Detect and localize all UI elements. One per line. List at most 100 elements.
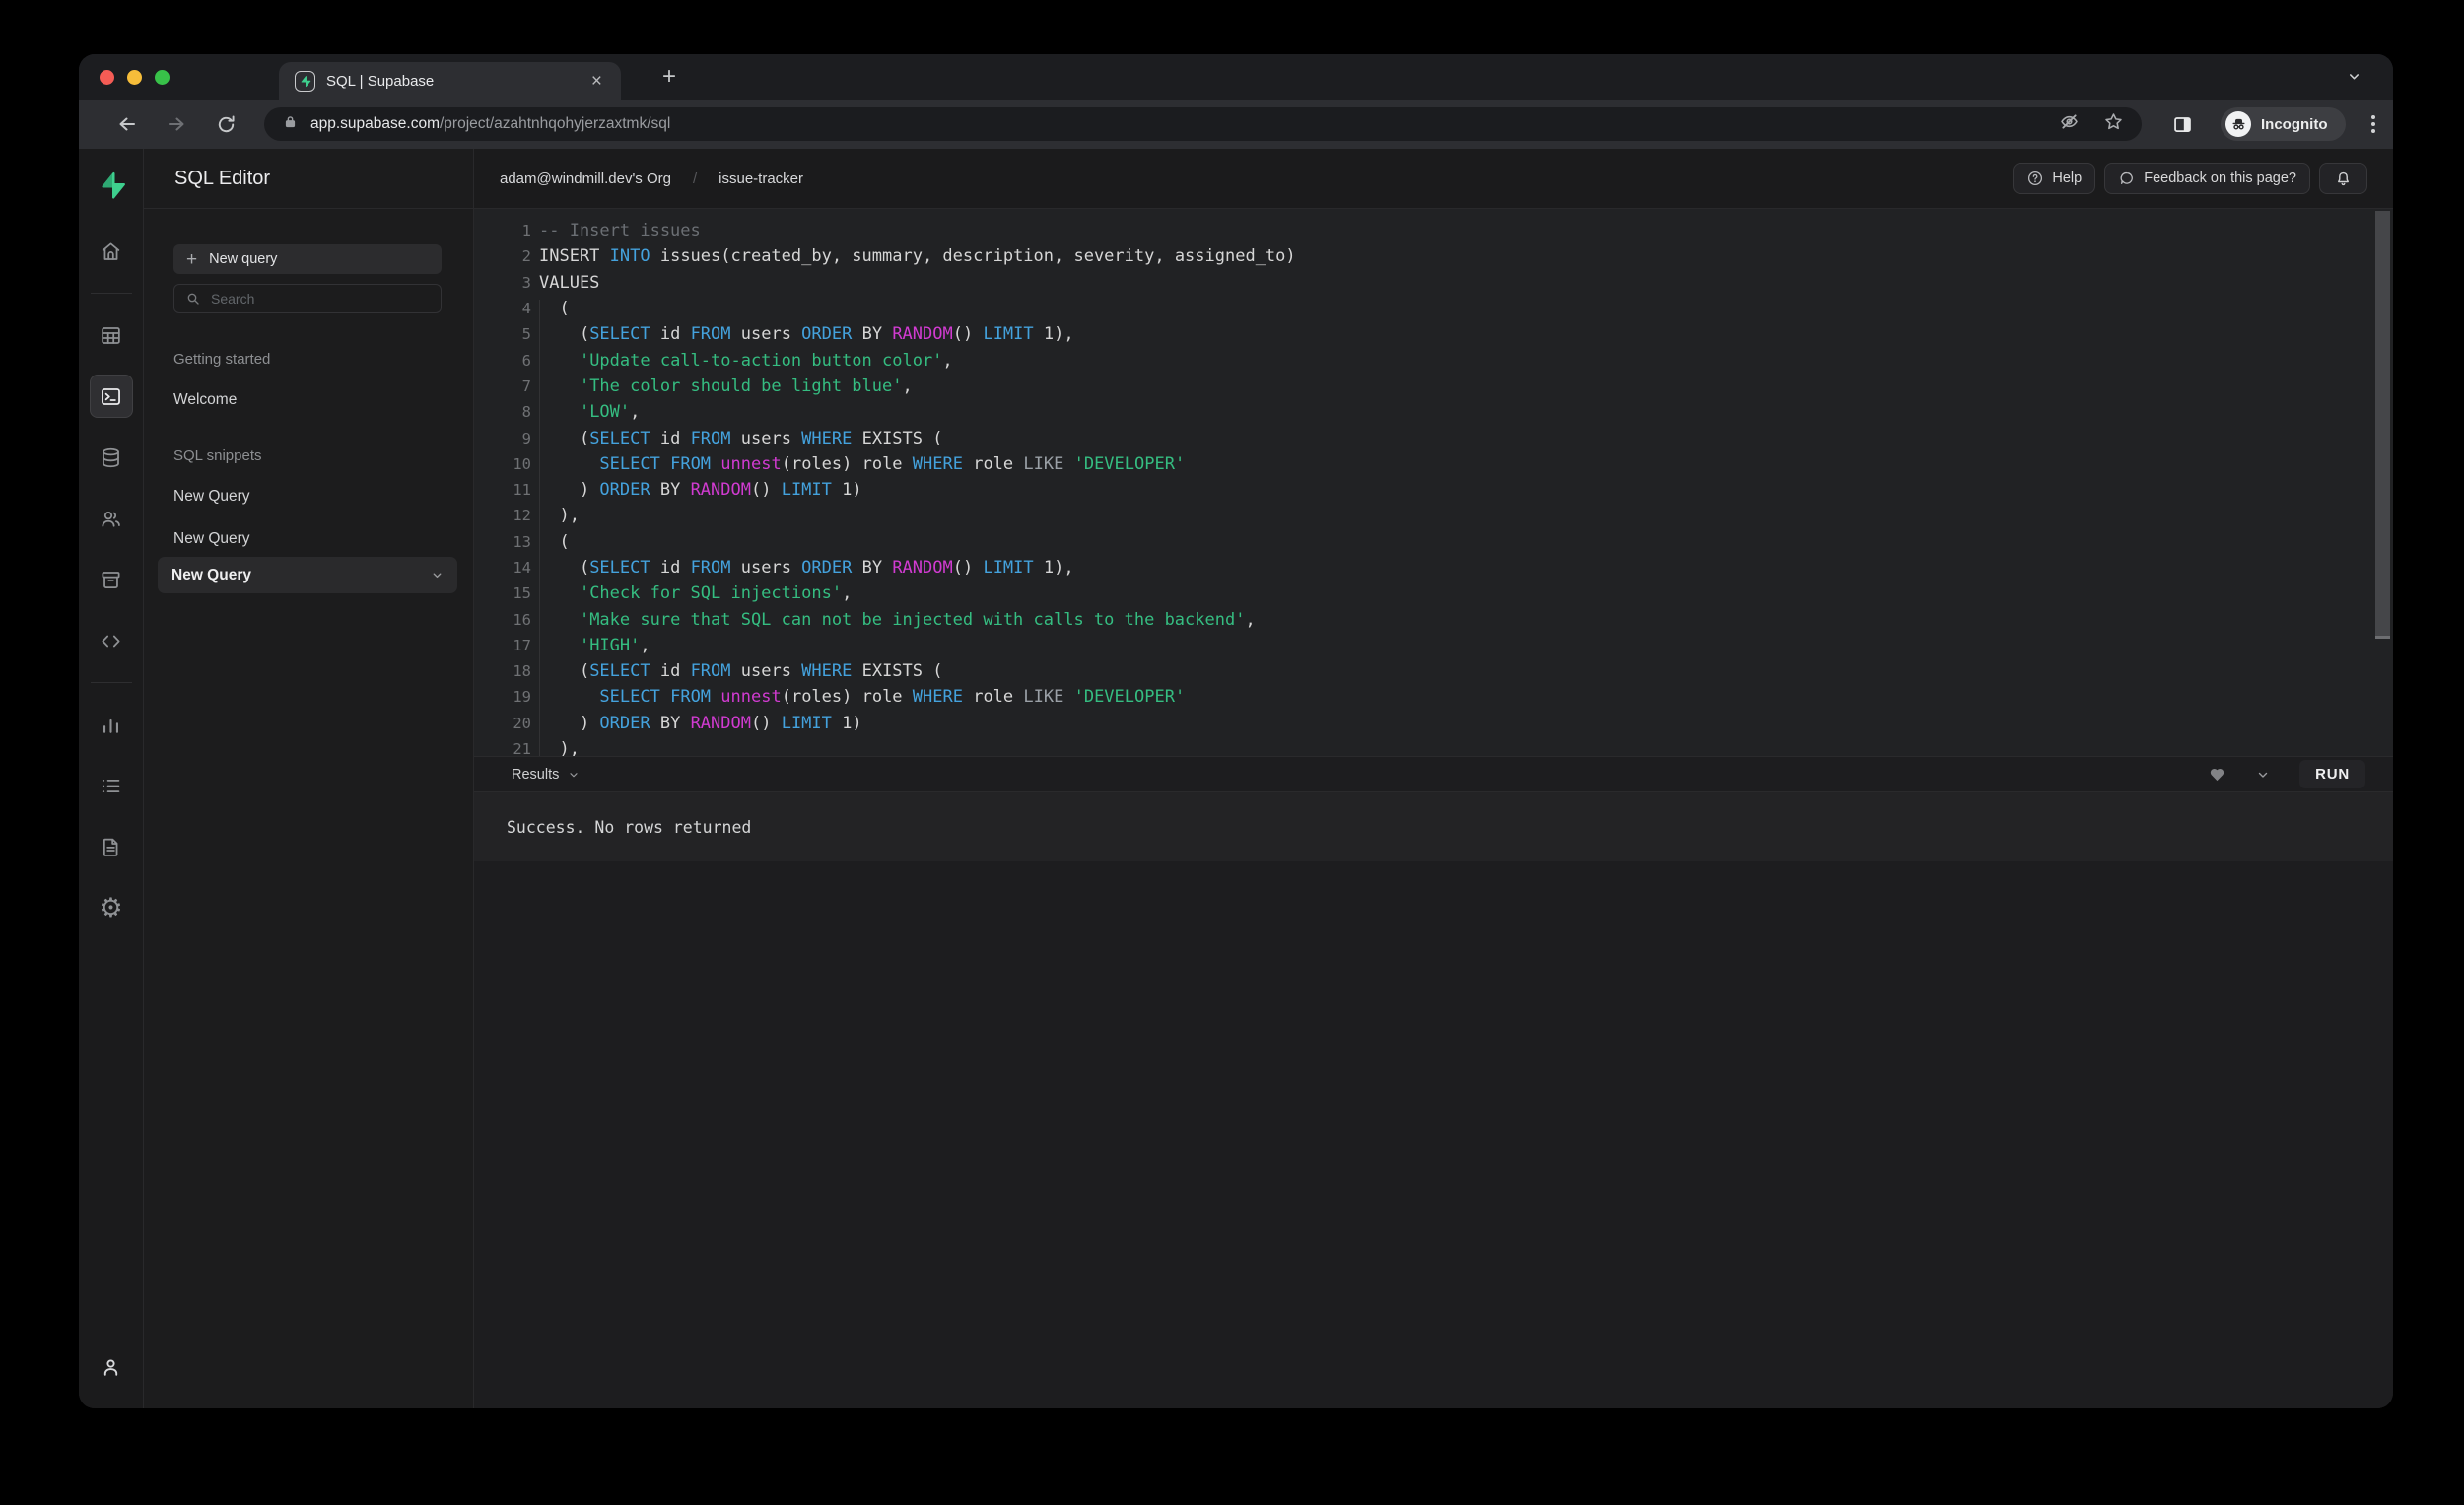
code-line[interactable]: 19 SELECT FROM unnest(roles) role WHERE … [474,684,2393,710]
line-number: 8 [521,403,531,422]
favorite-heart-icon[interactable] [2208,765,2226,784]
line-number: 20 [513,714,531,732]
browser-tab[interactable]: SQL | Supabase × [279,62,621,100]
database-icon[interactable] [90,436,133,479]
results-empty-area [474,861,2393,1408]
code-line[interactable]: 13 ( [474,529,2393,555]
home-icon[interactable] [90,230,133,273]
back-icon[interactable] [112,109,142,139]
help-button[interactable]: Help [2013,163,2096,194]
code-line[interactable]: 8 'LOW', [474,399,2393,425]
api-icon[interactable] [90,619,133,662]
search-input[interactable] [211,291,359,307]
code-line[interactable]: 3 VALUES [474,270,2393,296]
sql-code-editor[interactable]: 1 -- Insert issues 2 INSERT INTO issues(cre… [474,209,2393,756]
table-editor-icon[interactable] [90,313,133,357]
sql-editor-icon[interactable] [89,375,133,418]
supabase-logo-icon[interactable] [97,171,126,200]
tab-title: SQL | Supabase [326,72,435,90]
code-line[interactable]: 7 'The color should be light blue', [474,374,2393,399]
code-line[interactable]: 12 ), [474,503,2393,528]
browser-toolbar: app.supabase.com/project/azahtnhqohyjerz… [79,100,2393,149]
supabase-favicon-icon [295,70,315,92]
code-line[interactable]: 14 (SELECT id FROM users ORDER BY RANDOM… [474,555,2393,581]
line-number: 2 [521,247,531,266]
code-line[interactable]: 21 ), [474,736,2393,756]
line-number: 11 [513,481,531,500]
line-number: 19 [513,688,531,707]
page-title: SQL Editor [174,167,271,189]
plus-icon: + [186,248,198,270]
code-line[interactable]: 15 'Check for SQL injections', [474,581,2393,606]
success-message: Success. No rows returned [507,817,752,837]
code-line[interactable]: 10 SELECT FROM unnest(roles) role WHERE … [474,451,2393,477]
close-window-button[interactable] [100,70,114,85]
eye-off-icon[interactable] [2059,111,2080,137]
settings-icon[interactable]: ⚙ [90,886,133,929]
side-panel-icon[interactable] [2167,109,2197,139]
new-tab-button[interactable]: + [655,65,683,89]
code-line[interactable]: 2 INSERT INTO issues(created_by, summary,… [474,243,2393,269]
supabase-app: ⚙ SQL Editor + New query Search Getting … [79,149,2393,1408]
line-number: 21 [513,740,531,756]
forward-icon[interactable] [162,109,191,139]
logs-icon[interactable] [90,764,133,807]
new-query-button[interactable]: + New query [173,244,442,274]
line-number: 9 [521,429,531,447]
breadcrumb-project[interactable]: issue-tracker [719,171,803,187]
code-line[interactable]: 1 -- Insert issues [474,218,2393,243]
tab-close-icon[interactable]: × [586,70,607,93]
docs-icon[interactable] [90,825,133,868]
notifications-button[interactable] [2319,163,2367,194]
code-line[interactable]: 18 (SELECT id FROM users WHERE EXISTS ( [474,658,2393,684]
storage-icon[interactable] [90,558,133,601]
bookmark-star-icon[interactable] [2103,111,2124,137]
account-icon[interactable] [90,1345,133,1389]
line-number: 1 [521,222,531,240]
help-icon [2028,171,2043,186]
reload-icon[interactable] [211,109,240,139]
sidebar-item-new-query[interactable]: New Query [173,529,442,549]
breadcrumb-org[interactable]: adam@windmill.dev's Org [500,171,671,187]
code-line[interactable]: 17 'HIGH', [474,633,2393,658]
nav-rail: ⚙ [79,149,144,1408]
code-line[interactable]: 11 ) ORDER BY RANDOM() LIMIT 1) [474,477,2393,503]
chat-bubble-icon [2120,171,2134,184]
line-number: 10 [513,454,531,473]
line-number: 5 [521,325,531,344]
sidebar-item-new-query[interactable]: New Query [173,487,442,507]
url-bar[interactable]: app.supabase.com/project/azahtnhqohyjerz… [264,107,2142,141]
chevron-down-icon [570,772,578,777]
sidebar-section-label: Getting started [173,351,271,368]
line-number: 13 [513,532,531,551]
code-line[interactable]: 5 (SELECT id FROM users ORDER BY RANDOM(… [474,321,2393,347]
run-button[interactable]: RUN [2299,760,2365,788]
reports-icon[interactable] [90,703,133,746]
search-icon [187,293,199,305]
browser-menu-icon[interactable] [2363,115,2383,133]
editor-scrollbar[interactable] [2375,211,2390,639]
code-line[interactable]: 9 (SELECT id FROM users WHERE EXISTS ( [474,425,2393,450]
chevron-down-icon [433,573,442,579]
code-line[interactable]: 16 'Make sure that SQL can not be inject… [474,606,2393,632]
line-number: 3 [521,273,531,292]
tab-search-chevron-icon[interactable] [2347,69,2361,89]
feedback-button[interactable]: Feedback on this page? [2104,163,2310,194]
run-options-chevron-icon[interactable] [2256,768,2270,782]
incognito-label: Incognito [2261,115,2328,133]
indent-guide [539,299,540,756]
sidebar-section-label: SQL snippets [173,447,262,464]
code-line[interactable]: 6 'Update call-to-action button color', [474,347,2393,373]
results-dropdown[interactable]: Results [512,767,580,783]
sidebar-header: SQL Editor [144,149,473,209]
bell-icon [2338,171,2349,185]
auth-icon[interactable] [90,497,133,540]
sidebar-item-welcome[interactable]: Welcome [173,390,442,410]
zoom-window-button[interactable] [155,70,170,85]
minimize-window-button[interactable] [127,70,142,85]
code-line[interactable]: 20 ) ORDER BY RANDOM() LIMIT 1) [474,711,2393,736]
sidebar-item-new-query-active[interactable]: New Query [158,557,457,593]
code-line[interactable]: 4 ( [474,296,2393,321]
line-number: 6 [521,351,531,370]
search-box[interactable] [173,284,442,313]
